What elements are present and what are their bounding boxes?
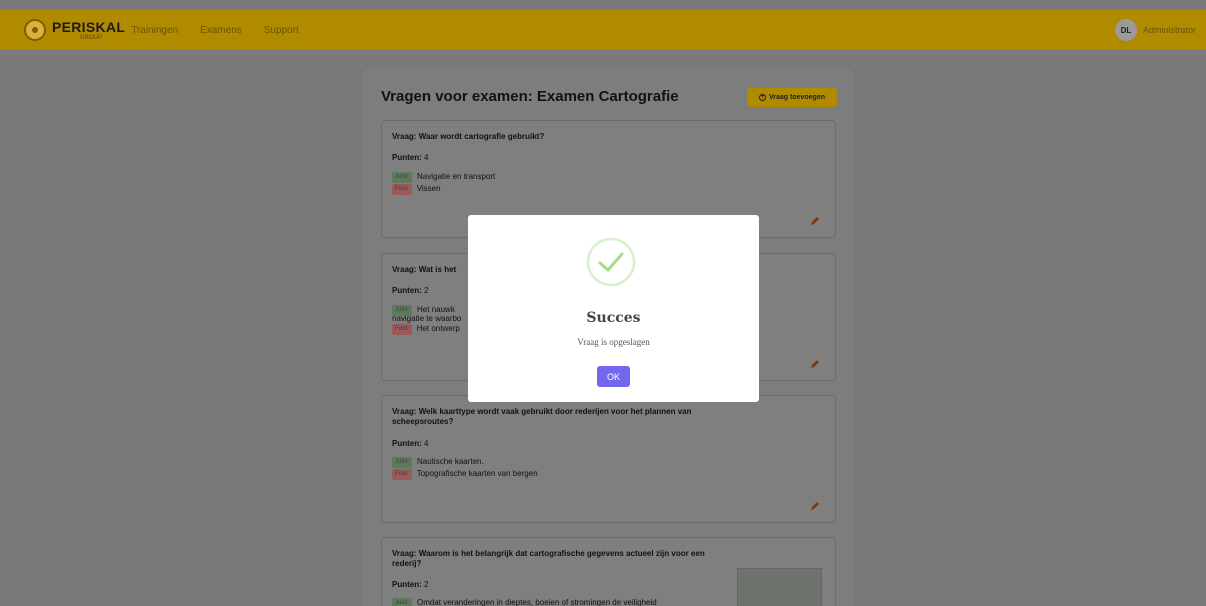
- nav-link-trainingen[interactable]: Trainingen: [131, 25, 178, 36]
- add-question-label: Vraag toevoegen: [768, 94, 826, 101]
- logo[interactable]: PERISKAL GROUP: [24, 19, 125, 41]
- wrong-badge: Fout:: [392, 324, 412, 335]
- wrong-badge: Fout:: [392, 469, 412, 480]
- success-check-icon: [586, 237, 636, 287]
- nav-links: Trainingen Examens Support: [131, 25, 321, 36]
- pencil-icon[interactable]: [809, 358, 821, 370]
- question-text: Vraag: Waarom is het belangrijk dat cart…: [392, 549, 705, 568]
- plus-circle-icon: +: [758, 94, 766, 101]
- correct-badge: Juist:: [392, 457, 413, 468]
- avatar[interactable]: DL: [1114, 19, 1137, 41]
- correct-badge: Juist:: [392, 598, 413, 606]
- question-image: [737, 568, 822, 606]
- pencil-icon[interactable]: [809, 500, 821, 512]
- question-text: Vraag: Welk kaarttype wordt vaak gebruik…: [392, 407, 692, 426]
- top-navbar: PERISKAL GROUP Trainingen Examens Suppor…: [0, 10, 1206, 50]
- question-points: Punten: 2: [392, 286, 429, 295]
- wrong-answer: Fout: Topografische kaarten van bergen: [392, 469, 722, 480]
- correct-badge: Juist:: [392, 172, 413, 183]
- user-name[interactable]: Administrator: [1143, 25, 1196, 35]
- nav-link-support[interactable]: Support: [264, 25, 299, 36]
- dialog-title: Succes: [586, 310, 641, 326]
- ok-button[interactable]: OK: [597, 366, 630, 387]
- correct-answer: Juist: Navigatie en transport: [392, 172, 722, 183]
- user-menu[interactable]: DL Administrator: [1114, 19, 1196, 41]
- correct-answer: Juist: Nautische kaarten.: [392, 457, 722, 468]
- brand-name: PERISKAL: [52, 18, 126, 35]
- brand-sub: GROUP: [80, 34, 103, 41]
- page-title: Vragen voor examen: Examen Cartografie: [381, 88, 679, 105]
- dialog-message: Vraag is opgeslagen: [577, 337, 650, 347]
- wrong-badge: Fout:: [392, 184, 412, 195]
- question-points: Punten: 2: [392, 580, 429, 589]
- question-card: Vraag: Welk kaarttype wordt vaak gebruik…: [381, 395, 836, 523]
- wrong-answer: Fout: Vissen: [392, 184, 722, 195]
- logo-icon: [24, 19, 46, 41]
- question-points: Punten: 4: [392, 439, 429, 448]
- question-text: Vraag: Waar wordt cartografie gebruikt?: [392, 132, 545, 141]
- pencil-icon[interactable]: [809, 215, 821, 227]
- success-dialog: Succes Vraag is opgeslagen OK: [468, 215, 759, 402]
- add-question-button[interactable]: + Vraag toevoegen: [747, 88, 837, 107]
- correct-answer: Juist: Omdat veranderingen in dieptes, bo…: [392, 598, 722, 606]
- question-card: Vraag: Waarom is het belangrijk dat cart…: [381, 537, 836, 606]
- nav-link-examens[interactable]: Examens: [200, 25, 242, 36]
- question-points: Punten: 4: [392, 153, 429, 162]
